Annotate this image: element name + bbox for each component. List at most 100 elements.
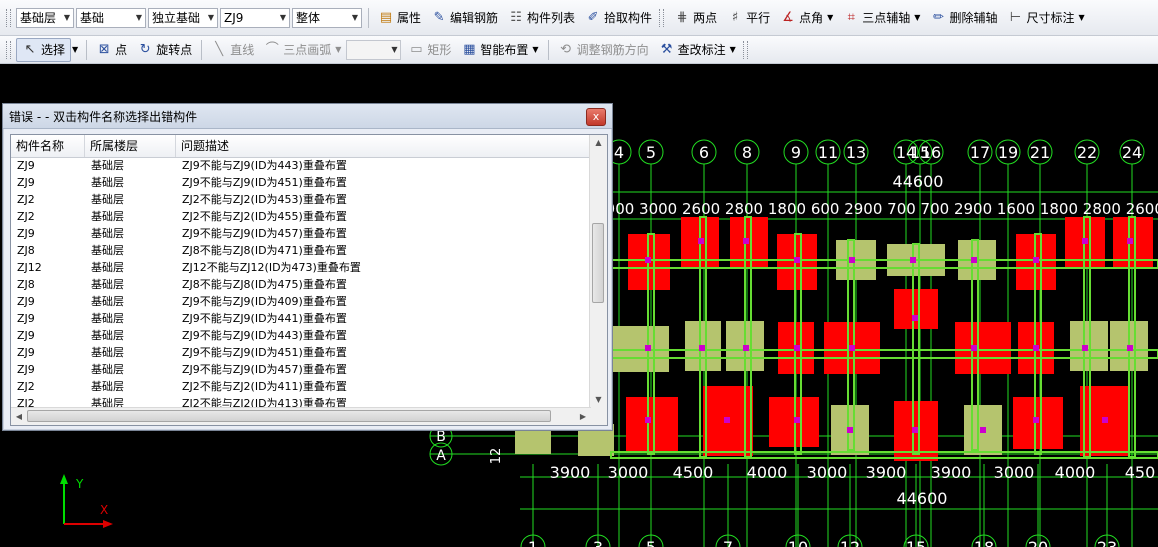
total-dimension: 44600 <box>897 489 948 508</box>
scope-select[interactable]: 整体 ▼ <box>292 7 362 28</box>
cell-name: ZJ9 <box>17 227 35 240</box>
scroll-thumb[interactable] <box>27 410 551 422</box>
check-annotation-button[interactable]: ⚒ 查改标注 ▼ <box>654 39 741 61</box>
marker <box>910 257 916 263</box>
axis-label: 6 <box>699 143 709 162</box>
axis-label: 10 <box>788 538 808 547</box>
list-item[interactable]: ZJ9 基础层 ZJ9不能与ZJ9(ID为457)重叠布置 <box>11 361 591 378</box>
scroll-corner <box>590 408 607 425</box>
list-item[interactable]: ZJ9 基础层 ZJ9不能与ZJ9(ID为451)重叠布置 <box>11 344 591 361</box>
marker <box>1082 238 1088 244</box>
scope-select-value: 整体 <box>296 11 321 25</box>
point-angle-button[interactable]: ∡ 点角 ▼ <box>775 7 838 29</box>
cell-floor: 基础层 <box>91 346 124 359</box>
list-header: 构件名称 所属楼层 问题描述 <box>11 135 591 158</box>
delete-axis-button[interactable]: ✏ 删除辅轴 <box>925 7 1002 29</box>
list-item[interactable]: ZJ9 基础层 ZJ9不能与ZJ9(ID为441)重叠布置 <box>11 310 591 327</box>
dimension-text: 3900 <box>866 463 907 482</box>
error-list[interactable]: 构件名称 所属楼层 问题描述 ZJ9 基础层 ZJ9不能与ZJ9(ID为443)重叠… <box>10 134 608 426</box>
cell-description: ZJ9不能与ZJ9(ID为409)重叠布置 <box>182 295 347 308</box>
column-header-description[interactable]: 问题描述 <box>176 135 591 157</box>
cell-description: ZJ2不能与ZJ2(ID为453)重叠布置 <box>182 193 347 206</box>
cell-floor: 基础层 <box>91 193 124 206</box>
toolbar-separator <box>368 7 369 28</box>
pick-component-button[interactable]: ✐ 拾取构件 <box>580 7 657 29</box>
toolbar-grip[interactable] <box>659 8 665 27</box>
point-button[interactable]: ⊠ 点 <box>91 39 132 61</box>
smart-layout-button[interactable]: ▦ 智能布置 ▼ <box>456 39 543 61</box>
three-point-axis-button[interactable]: ⌗ 三点辅轴 ▼ <box>838 7 925 29</box>
scroll-thumb[interactable] <box>592 223 604 303</box>
list-item[interactable]: ZJ9 基础层 ZJ9不能与ZJ9(ID为443)重叠布置 <box>11 327 591 344</box>
pick-component-label: 拾取构件 <box>604 11 653 25</box>
two-points-button[interactable]: ⋕ 两点 <box>669 7 722 29</box>
component-list-button[interactable]: ☷ 构件列表 <box>503 7 580 29</box>
rotate-point-button[interactable]: ↻ 旋转点 <box>132 39 197 61</box>
cell-name: ZJ9 <box>17 329 35 342</box>
chevron-down-icon[interactable]: ▼ <box>72 45 78 54</box>
toolbar-grip[interactable] <box>742 40 748 59</box>
three-point-arc-button[interactable]: ⌒ 三点画弧 ▼ <box>259 39 346 61</box>
marker <box>794 417 800 423</box>
select-button[interactable]: ↖ 选择 <box>16 37 72 62</box>
arc-param-select[interactable]: ▼ <box>346 39 402 60</box>
parallel-button[interactable]: ♯ 平行 <box>722 7 775 29</box>
column-header-floor[interactable]: 所属楼层 <box>85 135 176 157</box>
rectangle-button[interactable]: ▭ 矩形 <box>403 39 456 61</box>
axis-label: 23 <box>1097 538 1117 547</box>
axis-label: 21 <box>1030 143 1050 162</box>
properties-button[interactable]: ▤ 属性 <box>373 7 426 29</box>
close-button[interactable]: x <box>586 108 606 126</box>
scroll-down-icon[interactable]: ▼ <box>590 392 607 408</box>
cell-description: ZJ9不能与ZJ9(ID为451)重叠布置 <box>182 346 347 359</box>
list-item[interactable]: ZJ9 基础层 ZJ9不能与ZJ9(ID为451)重叠布置 <box>11 174 591 191</box>
marker <box>645 345 651 351</box>
list-item[interactable]: ZJ12 基础层 ZJ12不能与ZJ12(ID为473)重叠布置 <box>11 259 591 276</box>
toolbar-grip[interactable] <box>6 40 11 59</box>
properties-icon: ▤ <box>379 9 393 25</box>
scroll-left-icon[interactable]: ◀ <box>11 408 27 425</box>
list-item[interactable]: ZJ2 基础层 ZJ2不能与ZJ2(ID为411)重叠布置 <box>11 378 591 395</box>
scroll-up-icon[interactable]: ▲ <box>590 135 607 151</box>
scroll-right-icon[interactable]: ▶ <box>575 408 591 425</box>
axis-label: 3 <box>593 538 603 547</box>
column-header-name[interactable]: 构件名称 <box>11 135 85 157</box>
x-arrow-icon <box>103 520 113 528</box>
dimension-button[interactable]: ⊢ 尺寸标注 ▼ <box>1002 7 1089 29</box>
toolbar-grip[interactable] <box>6 8 11 27</box>
marker <box>1127 345 1133 351</box>
chevron-down-icon: ▼ <box>207 13 215 22</box>
marker <box>794 345 800 351</box>
axis-label: 11 <box>818 143 838 162</box>
axis-label: 20 <box>1028 538 1048 547</box>
type-select[interactable]: 独立基础 ▼ <box>148 7 218 28</box>
cell-name: ZJ2 <box>17 193 35 206</box>
component-select[interactable]: ZJ9 ▼ <box>220 7 290 28</box>
edit-rebar-button[interactable]: ✎ 编辑钢筋 <box>426 7 503 29</box>
cell-name: ZJ12 <box>17 261 42 274</box>
dimension-text: 3000 <box>608 463 649 482</box>
list-item[interactable]: ZJ2 基础层 ZJ2不能与ZJ2(ID为455)重叠布置 <box>11 208 591 225</box>
vertical-scrollbar[interactable]: ▲ ▼ <box>589 135 607 408</box>
cursor-icon: ↖ <box>24 41 36 57</box>
floor-select[interactable]: 基础层 ▼ <box>16 7 74 28</box>
point-angle-icon: ∡ <box>782 9 794 25</box>
marker <box>1033 257 1039 263</box>
dimension-text: 3900 <box>550 463 591 482</box>
list-item[interactable]: ZJ9 基础层 ZJ9不能与ZJ9(ID为443)重叠布置 <box>11 157 591 174</box>
list-item[interactable]: ZJ2 基础层 ZJ2不能与ZJ2(ID为453)重叠布置 <box>11 191 591 208</box>
y-label: Y <box>75 477 84 491</box>
marker <box>743 238 749 244</box>
dialog-titlebar[interactable]: 错误 - - 双击构件名称选择出错构件 <box>3 104 612 129</box>
horizontal-scrollbar[interactable]: ◀ ▶ <box>11 407 591 425</box>
list-item[interactable]: ZJ9 基础层 ZJ9不能与ZJ9(ID为457)重叠布置 <box>11 225 591 242</box>
line-button[interactable]: ╲ 直线 <box>206 39 259 61</box>
cell-floor: 基础层 <box>91 261 124 274</box>
footing <box>955 322 1011 374</box>
list-item[interactable]: ZJ8 基础层 ZJ8不能与ZJ8(ID为475)重叠布置 <box>11 276 591 293</box>
eyedropper-icon: ✐ <box>587 9 599 25</box>
adjust-rebar-direction-button[interactable]: ⟲ 调整钢筋方向 <box>553 39 654 61</box>
list-item[interactable]: ZJ8 基础层 ZJ8不能与ZJ8(ID为471)重叠布置 <box>11 242 591 259</box>
category-select[interactable]: 基础 ▼ <box>76 7 146 28</box>
list-item[interactable]: ZJ9 基础层 ZJ9不能与ZJ9(ID为409)重叠布置 <box>11 293 591 310</box>
